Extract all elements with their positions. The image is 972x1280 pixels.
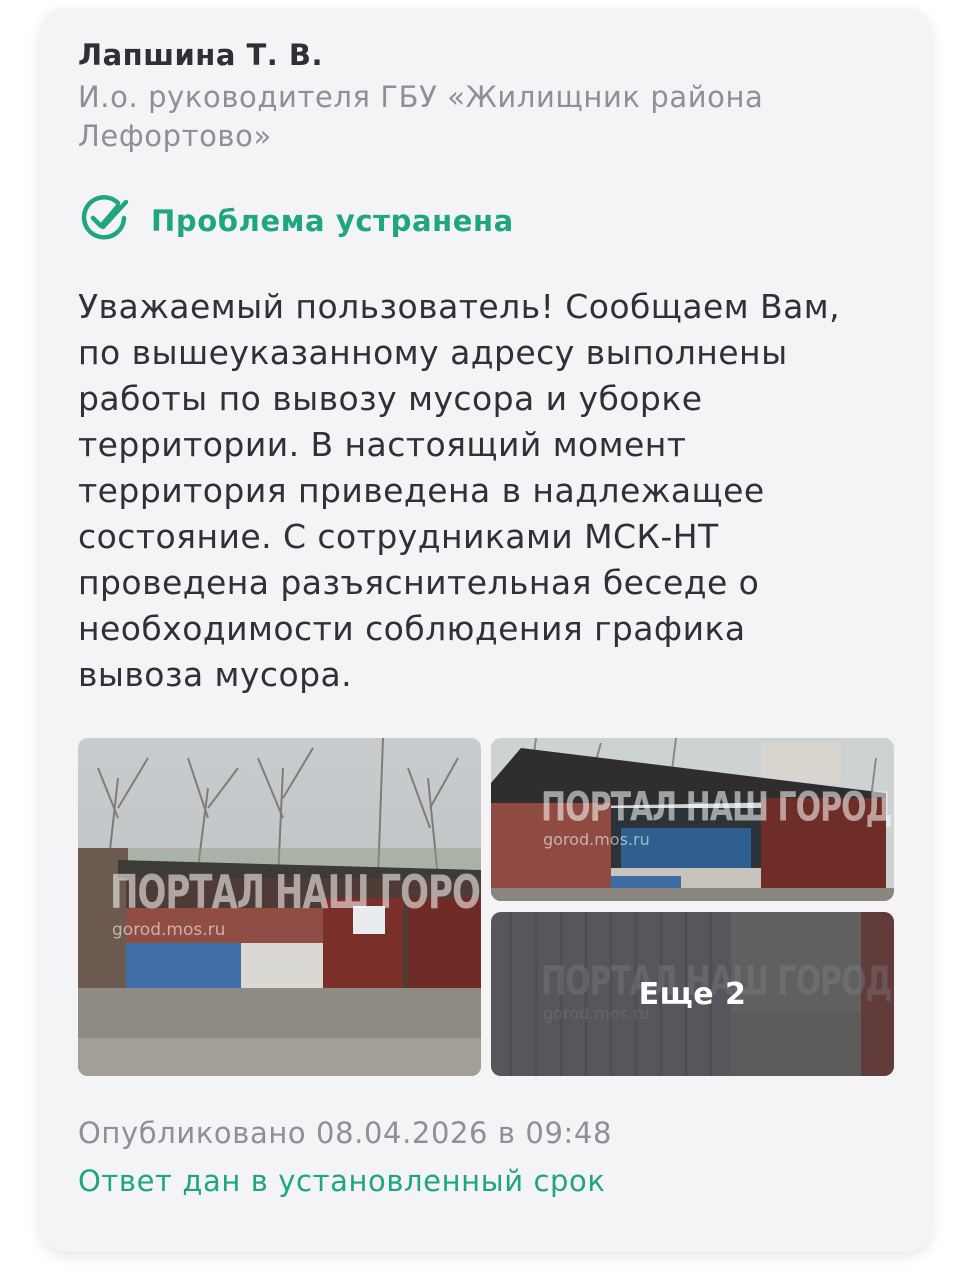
double-check-icon (80, 194, 130, 248)
watermark-url: gorod.mos.ru (112, 920, 226, 940)
status-label: Проблема устранена (151, 204, 514, 238)
watermark-text: ПОРТАЛ НАШ ГОРОД (541, 784, 892, 832)
response-message: Уважаемый пользователь! Сообщаем Вам, по… (78, 287, 841, 694)
author-role: И.о. руководителя ГБУ «Жилищник района Л… (78, 80, 764, 153)
author-name: Лапшина Т. В. (78, 38, 324, 72)
watermark-text: ПОРТАЛ НАШ ГОРОД (110, 866, 481, 920)
photo-thumbnail-more[interactable]: ПОРТАЛ НАШ ГОРОД gorod.mos.ru Еще 2 (491, 912, 894, 1076)
deadline-status: Ответ дан в установленный срок (78, 1164, 606, 1198)
photo-thumbnail-1[interactable]: ПОРТАЛ НАШ ГОРОД gorod.mos.ru (78, 738, 481, 1076)
more-photos-label: Еще 2 (638, 976, 747, 1012)
photo-thumbnail-2[interactable]: ПОРТАЛ НАШ ГОРОД gorod.mos.ru (491, 738, 894, 901)
more-photos-overlay[interactable]: Еще 2 (491, 912, 894, 1076)
watermark-url: gorod.mos.ru (543, 830, 650, 849)
published-timestamp: Опубликовано 08.04.2026 в 09:48 (78, 1116, 613, 1150)
status-row: Проблема устранена (80, 194, 514, 248)
